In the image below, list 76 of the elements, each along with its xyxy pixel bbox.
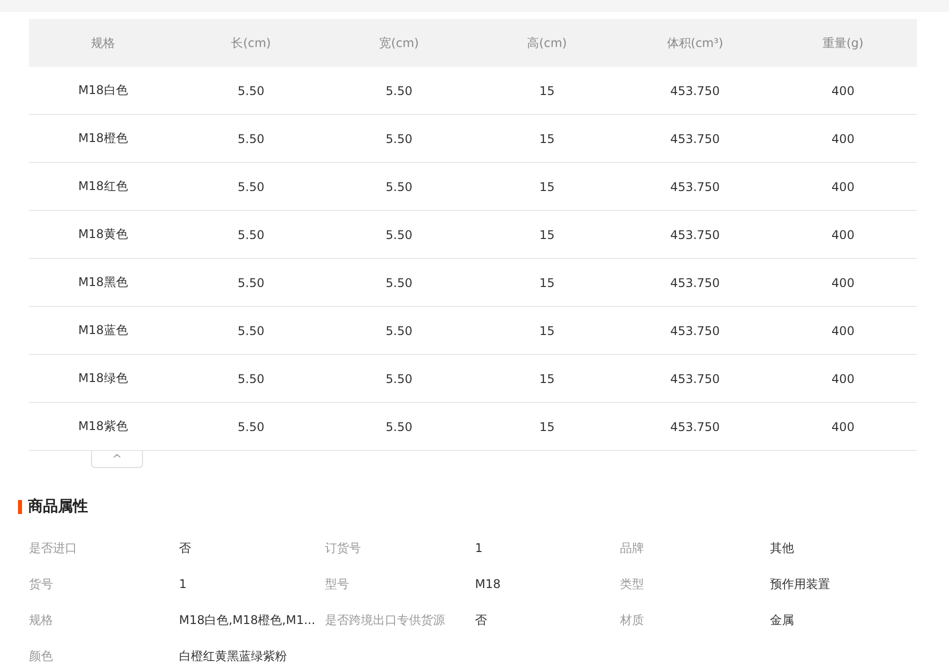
attribute-value: 1 [475,541,484,555]
table-cell: 400 [769,403,917,451]
attribute-label: 是否进口 [29,540,78,556]
table-cell: 5.50 [177,163,325,211]
table-cell: 453.750 [621,355,769,403]
attribute-label: 材质 [620,612,645,628]
table-cell: 5.50 [325,307,473,355]
table-cell: 400 [769,211,917,259]
table-cell: 15 [473,115,621,163]
table-cell: 5.50 [177,67,325,115]
table-cell: 400 [769,307,917,355]
table-cell: M18红色 [29,163,177,211]
table-cell: 15 [473,259,621,307]
table-cell: 400 [769,259,917,307]
attribute-value: 否 [475,612,488,628]
table-cell: 5.50 [325,115,473,163]
section-title: 商品属性 [28,497,88,516]
column-header: 体积(cm³) [666,34,724,52]
table-cell: 5.50 [325,355,473,403]
table-cell: M18蓝色 [29,307,177,355]
table-cell: M18黑色 [29,259,177,307]
attribute-label: 颜色 [29,648,54,664]
attribute-value: 其他 [770,540,795,556]
table-cell: 5.50 [177,403,325,451]
table-cell: 5.50 [325,403,473,451]
table-cell: M18白色 [29,67,177,115]
table-cell: 15 [473,307,621,355]
column-header: 规格 [91,34,115,52]
attribute-label: 货号 [29,576,54,592]
table-cell: 15 [473,67,621,115]
table-cell: 400 [769,355,917,403]
table-cell: M18黄色 [29,211,177,259]
table-cell: 5.50 [325,67,473,115]
column-header: 长(cm) [231,34,271,52]
table-cell: M18绿色 [29,355,177,403]
attribute-label: 品牌 [620,540,645,556]
collapse-button[interactable]: ^ [91,451,143,468]
table-cell: 5.50 [177,115,325,163]
table-cell: M18橙色 [29,115,177,163]
table-cell: 453.750 [621,163,769,211]
attribute-label: 是否跨境出口专供货源 [325,612,446,628]
table-cell: 5.50 [177,307,325,355]
table-cell: 453.750 [621,403,769,451]
table-cell: 453.750 [621,307,769,355]
attribute-value: M18白色,M18橙色,M1... [179,612,316,628]
column-header: 高(cm) [527,34,567,52]
attribute-value: 金属 [770,612,795,628]
attribute-label: 规格 [29,612,54,628]
attribute-label: 型号 [325,576,350,592]
table-cell: 5.50 [177,259,325,307]
attribute-value: 预作用装置 [770,576,831,592]
table-cell: 5.50 [177,355,325,403]
attribute-label: 类型 [620,576,645,592]
title-accent-bar [18,500,22,514]
attribute-value: 否 [179,540,192,556]
table-cell: 15 [473,211,621,259]
table-cell: 5.50 [325,259,473,307]
table-cell: 5.50 [177,211,325,259]
table-cell: 453.750 [621,115,769,163]
table-cell: 453.750 [621,259,769,307]
table-cell: 453.750 [621,67,769,115]
table-cell: 400 [769,163,917,211]
table-cell: 400 [769,115,917,163]
table-cell: 453.750 [621,211,769,259]
table-cell: 400 [769,67,917,115]
table-cell: 5.50 [325,163,473,211]
attribute-value: 白橙红黄黑蓝绿紫粉 [179,648,288,664]
column-header: 宽(cm) [379,34,419,52]
table-cell: 15 [473,403,621,451]
attribute-value: 1 [179,577,188,591]
attribute-value: M18 [475,577,502,591]
table-cell: 15 [473,355,621,403]
table-cell: 15 [473,163,621,211]
attribute-label: 订货号 [325,540,362,556]
column-header: 重量(g) [822,34,864,52]
table-cell: 5.50 [325,211,473,259]
